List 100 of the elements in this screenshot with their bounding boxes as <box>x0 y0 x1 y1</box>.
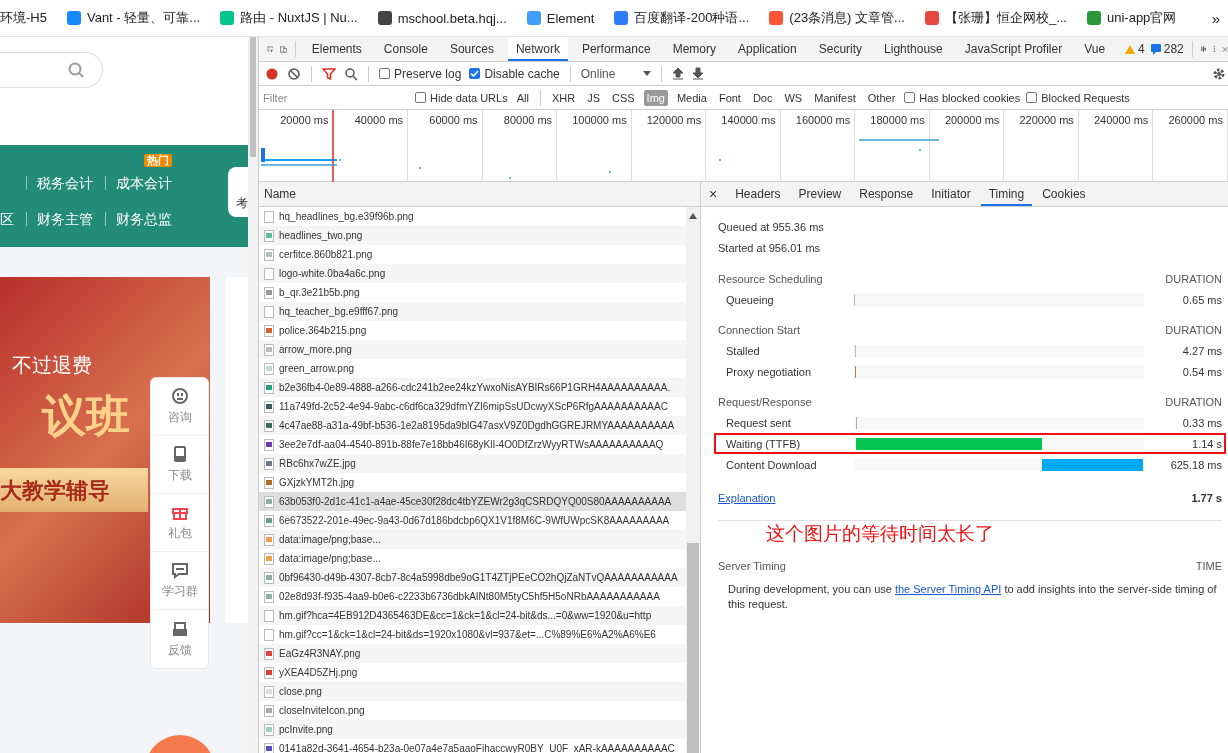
upload-icon[interactable] <box>672 67 685 80</box>
checkbox[interactable]: Disable cache <box>469 66 560 81</box>
nav-link[interactable]: 财务总监 <box>116 211 172 227</box>
panel-tab[interactable]: Vue <box>1076 37 1114 61</box>
detail-tab[interactable]: Initiator <box>923 182 979 206</box>
nav-link[interactable]: 成本会计 <box>116 175 172 191</box>
bookmark[interactable]: mschool.beta.hqj... <box>377 10 507 26</box>
download-icon[interactable] <box>692 67 705 80</box>
panel-tab[interactable]: Performance <box>573 37 659 61</box>
request-row[interactable]: green_arrow.png <box>259 359 686 378</box>
request-row[interactable]: yXEA4D5ZHj.png <box>259 663 686 682</box>
panel-tab[interactable]: Memory <box>664 37 724 61</box>
detail-tab[interactable]: Headers <box>727 182 789 206</box>
request-row[interactable]: hq_headlines_bg.e39f96b.png <box>259 207 686 226</box>
type-filter[interactable]: CSS <box>608 89 638 106</box>
type-filter[interactable]: Font <box>715 89 744 106</box>
clear-icon[interactable] <box>287 66 301 81</box>
request-row[interactable]: b_qr.3e21b5b.png <box>259 283 686 302</box>
request-row[interactable]: 11a749fd-2c52-4e94-9abc-c6df6ca329dfmYZI6mipSsUDcwyXScP6RfgAAAAAAAAAAC <box>259 397 686 416</box>
request-row[interactable]: 3ee2e7df-aa04-4540-891b-88fe7e18bb46I68yKlI-4O0DfZrzWyyRTWsAAAAAAAAAAQ <box>259 435 686 454</box>
type-filter[interactable]: JS <box>584 89 603 106</box>
warning-count[interactable]: 4 <box>1125 42 1145 56</box>
request-row[interactable]: 0bf96430-d49b-4307-8cb7-8c4a5998dbe9oG1T4ZTjPEeCO2hQjZaNTvQAAAAAAAAAAA <box>259 568 686 587</box>
request-row[interactable]: pcInvite.png <box>259 720 686 739</box>
nav-link[interactable]: 财务主管 <box>37 211 93 227</box>
request-row[interactable]: 02e8d93f-f935-4aa9-b0e6-c2233b6736dbkAINt80M5tyC5hf5H5oNRbAAAAAAAAAAA <box>259 587 686 606</box>
search-icon[interactable] <box>344 66 358 81</box>
bookmark[interactable]: 【张珊】恒企网校_... <box>924 9 1067 27</box>
float-menu-item[interactable]: 礼包 <box>151 494 208 552</box>
type-filter[interactable]: XHR <box>548 89 579 106</box>
more-bookmarks-button[interactable]: » <box>1211 9 1220 27</box>
column-header[interactable]: Name <box>259 182 700 207</box>
request-row[interactable]: GXjzkYMT2h.jpg <box>259 473 686 492</box>
panel-tab[interactable]: Elements <box>303 37 370 61</box>
request-row[interactable]: hm.gif?hca=4EB912D4365463DE&cc=1&ck=1&cl=24-bit&ds...=0&ww=1920&u=http <box>259 606 686 625</box>
panel-tab[interactable]: Console <box>375 37 436 61</box>
panel-tab[interactable]: JavaScript Profiler <box>956 37 1071 61</box>
request-row[interactable]: 4c47ae88-a31a-49bf-b536-1e2a8195da9blG47asxV9Z0DgdhGGREJRMYAAAAAAAAAA <box>259 416 686 435</box>
float-menu-item[interactable]: 学习群 <box>151 552 208 610</box>
panel-tab[interactable]: Security <box>810 37 871 61</box>
request-row[interactable]: arrow_more.png <box>259 340 686 359</box>
close-button[interactable]: × <box>709 186 726 202</box>
type-filter[interactable]: WS <box>781 89 806 106</box>
float-menu-item[interactable]: 反馈 <box>151 610 208 668</box>
panel-tab[interactable]: Lighthouse <box>876 37 951 61</box>
bookmark[interactable]: Element <box>526 10 595 26</box>
type-filter[interactable]: Media <box>673 89 710 106</box>
type-filter[interactable]: All <box>513 89 532 106</box>
type-filter[interactable]: Manifest <box>811 89 859 106</box>
request-row[interactable]: headlines_two.png <box>259 226 686 245</box>
bookmark[interactable]: 百度翻译-200种语... <box>614 9 750 27</box>
message-count[interactable]: 282 <box>1150 42 1184 56</box>
request-row[interactable]: closeInviteIcon.png <box>259 701 686 720</box>
request-row[interactable]: cerfitce.860b821.png <box>259 245 686 264</box>
request-row[interactable]: EaGz4R3NAY.png <box>259 644 686 663</box>
detail-tab[interactable]: Preview <box>790 182 850 206</box>
request-row[interactable]: data:image/png;base... <box>259 549 686 568</box>
settings-icon[interactable] <box>1212 66 1226 81</box>
request-row[interactable]: 6e673522-201e-49ec-9a43-0d67d186bdcbp6QX1V1f8M6C-9WfUWpcSK8AAAAAAAAA <box>259 511 686 530</box>
request-row[interactable]: close.png <box>259 682 686 701</box>
nav-link[interactable]: 区 <box>0 211 14 227</box>
record-icon[interactable] <box>265 66 279 81</box>
bookmark[interactable]: uni-app官网 <box>1087 9 1177 27</box>
detail-tab[interactable]: Response <box>851 182 922 206</box>
request-row[interactable]: 63b053f0-2d1c-41c1-a4ae-45ce30f28dc4tbYZEWr2g3qCSRDQYQ00S80AAAAAAAAAA <box>259 492 686 511</box>
request-row[interactable]: hm.gif?cc=1&ck=1&cl=24-bit&ds=1920x1080&vl=937&et=...C%89%E6%A2%A6%E6 <box>259 625 686 644</box>
panel-tab[interactable]: Network <box>507 37 568 61</box>
type-filter[interactable]: Doc <box>749 89 776 106</box>
filter-icon[interactable] <box>322 66 336 81</box>
request-row[interactable]: logo-white.0ba4a6c.png <box>259 264 686 283</box>
float-menu-item[interactable]: 咨询 <box>151 378 208 436</box>
bookmark[interactable]: 环境-H5 <box>0 9 47 27</box>
request-row[interactable]: b2e36fb4-0e89-4888-a266-cdc241b2ee24kzYwxoNisAYBIRs66P1GRH4AAAAAAAAAA. <box>259 378 686 397</box>
panel-tab[interactable]: Sources <box>441 37 502 61</box>
bookmark[interactable]: 路由 - NuxtJS | Nu... <box>220 9 358 27</box>
scroll-up-icon[interactable] <box>689 213 697 219</box>
section-title: Server Timing <box>718 559 786 574</box>
type-filter[interactable]: Other <box>864 89 899 106</box>
nav-link[interactable]: 税务会计 <box>37 175 93 191</box>
request-row[interactable]: hq_teacher_bg.e9fff67.png <box>259 302 686 321</box>
bookmark[interactable]: Vant - 轻量、可靠... <box>66 9 201 27</box>
checkbox[interactable]: Hide data URLs <box>415 91 508 104</box>
request-row[interactable]: RBc6hx7wZE.jpg <box>259 454 686 473</box>
request-row[interactable]: police.364b215.png <box>259 321 686 340</box>
bookmark[interactable]: (23条消息) 文章管... <box>769 9 905 27</box>
banner-ribbon: 大教学辅导 <box>0 468 148 512</box>
server-timing-api-link[interactable]: the Server Timing API <box>894 583 1002 595</box>
panel-tab[interactable]: Application <box>730 37 805 61</box>
explanation-link[interactable]: Explanation <box>718 491 776 504</box>
duration-value: 0.33 ms <box>1181 416 1223 429</box>
detail-tab[interactable]: Timing <box>980 182 1033 206</box>
scroll-thumb[interactable] <box>687 543 699 753</box>
request-row[interactable]: data:image/png;base... <box>259 530 686 549</box>
app-button[interactable]: 考 <box>228 167 248 217</box>
throttling-dropdown[interactable]: Online <box>580 66 652 81</box>
checkbox[interactable]: Blocked Requests <box>1026 91 1130 104</box>
checkbox[interactable]: Has blocked cookies <box>904 91 1021 104</box>
checkbox[interactable]: Preserve log <box>379 66 462 81</box>
detail-tab[interactable]: Cookies <box>1034 182 1094 206</box>
float-menu-item[interactable]: 下载 <box>151 436 208 494</box>
